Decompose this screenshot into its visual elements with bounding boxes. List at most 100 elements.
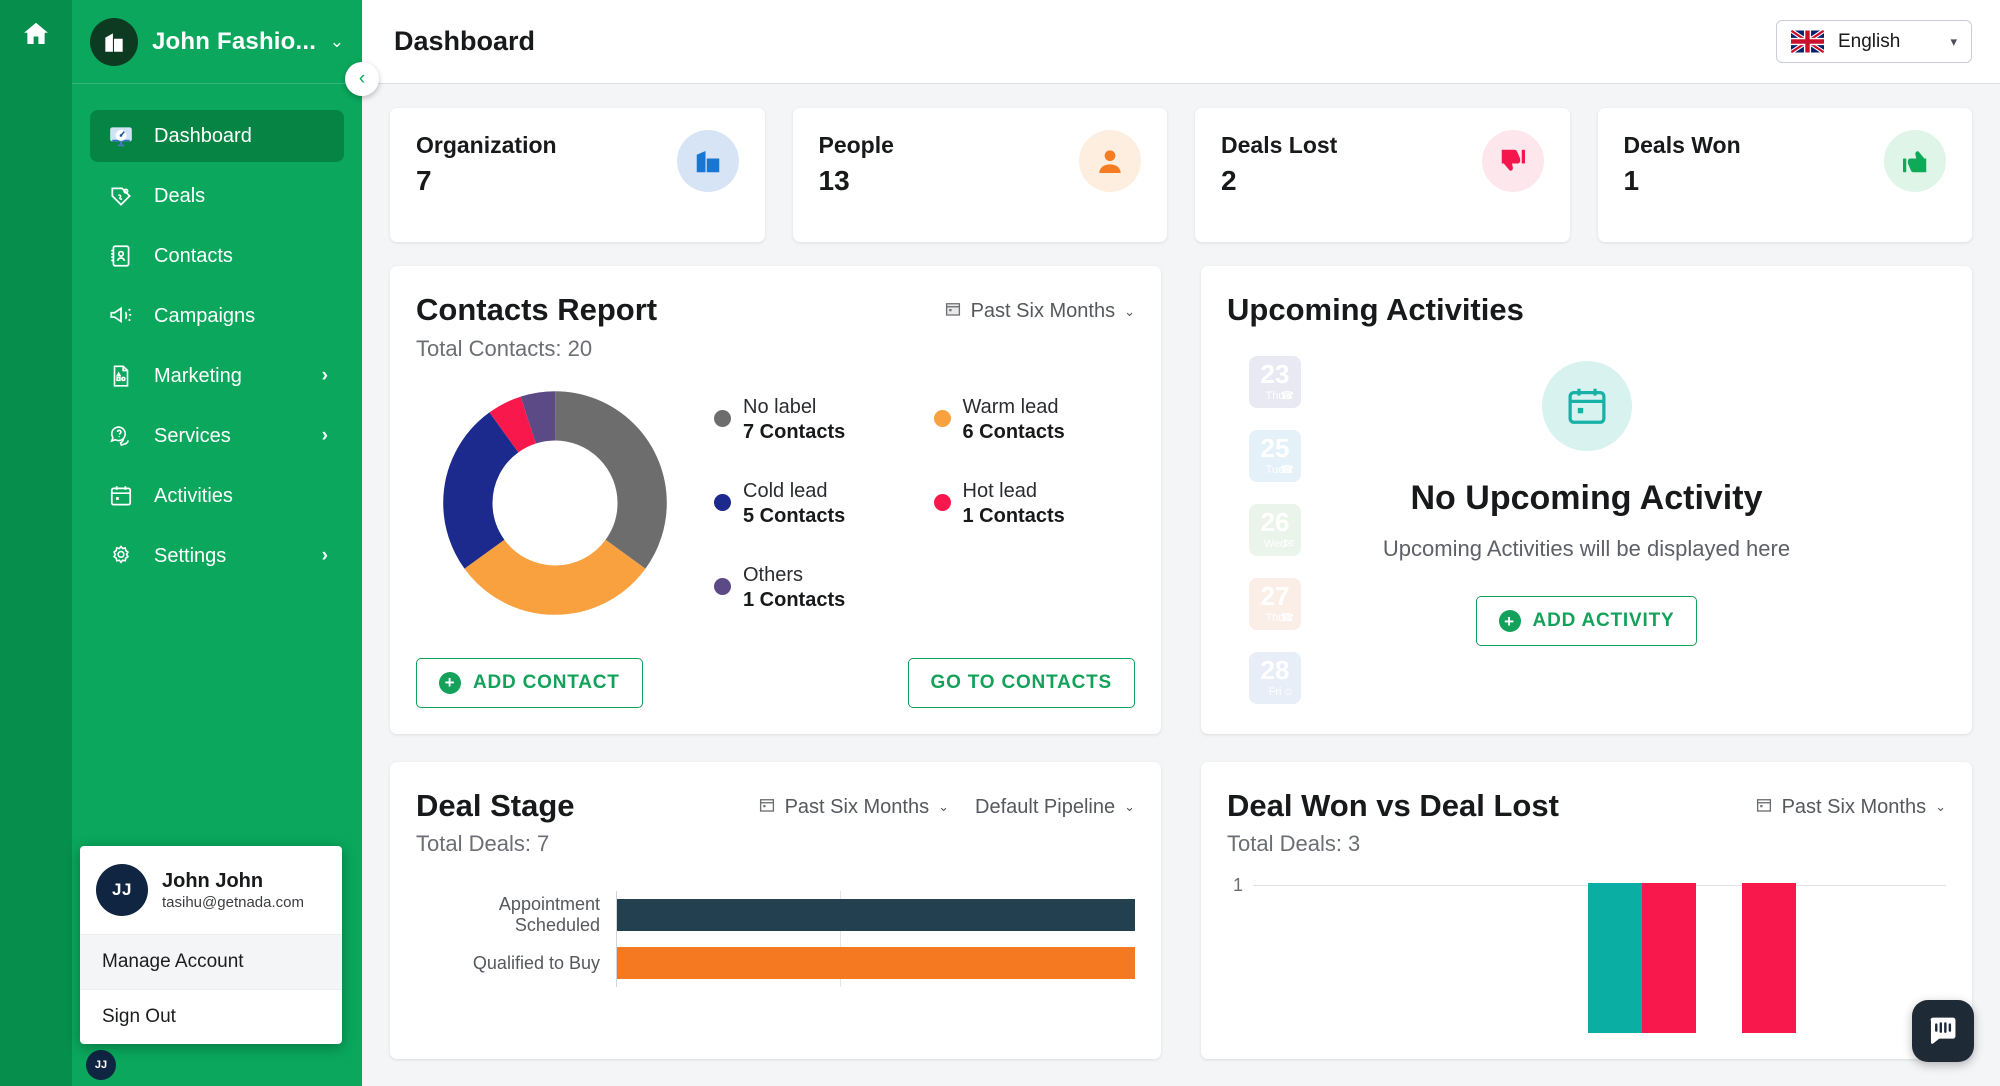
thumbs-up-icon xyxy=(1884,130,1946,192)
bar-track xyxy=(616,939,1135,988)
stat-label: Deals Won xyxy=(1623,132,1741,158)
sidebar-item-label: Settings xyxy=(154,544,227,567)
contacts-donut-wrap: No label 7 Contacts Warm lead 6 Contacts xyxy=(416,388,1135,618)
sidebar-item-settings[interactable]: Settings › xyxy=(90,530,344,582)
account-email: tasihu@getnada.com xyxy=(162,894,304,911)
bar-label: Qualified to Buy xyxy=(472,952,600,973)
stat-card-deals-won[interactable]: Deals Won 1 xyxy=(1597,108,1972,242)
chevron-right-icon: › xyxy=(321,365,328,386)
sidebar-item-activities[interactable]: Activities xyxy=(90,470,344,522)
language-value: English xyxy=(1838,30,1901,52)
calendar-icon xyxy=(944,300,962,323)
stat-value: 13 xyxy=(818,165,850,197)
legend-item-hot-lead: Hot lead 1 Contacts xyxy=(933,478,1136,528)
sidebar-nav: Dashboard Deals Contacts Campaigns Marke… xyxy=(72,84,362,582)
chevron-down-icon[interactable]: ⌄ xyxy=(330,32,344,52)
add-activity-button[interactable]: + ADD ACTIVITY xyxy=(1475,596,1698,647)
filter-label: Past Six Months xyxy=(784,795,930,818)
bar-fill xyxy=(617,899,1135,932)
go-to-contacts-button[interactable]: GO TO CONTACTS xyxy=(907,657,1135,708)
panel-title: Deal Stage xyxy=(416,787,575,823)
sidebar-item-label: Campaigns xyxy=(154,304,256,327)
go-to-contacts-label: GO TO CONTACTS xyxy=(930,671,1112,693)
topbar: Dashboard English ▾ xyxy=(362,0,2000,84)
legend-label: Hot lead xyxy=(962,479,1038,502)
legend-swatch xyxy=(933,410,951,428)
panel-deal-won-vs-lost: Deal Won vs Deal Lost Total Deals: 3 Pas… xyxy=(1201,761,1972,1060)
panel-title: Deal Won vs Deal Lost xyxy=(1227,787,1559,823)
legend-item-cold-lead: Cold lead 5 Contacts xyxy=(714,478,916,528)
contacts-book-icon xyxy=(106,241,136,271)
stat-label: Organization xyxy=(416,132,557,158)
stat-value: 7 xyxy=(416,165,432,197)
marketing-doc-icon xyxy=(106,361,136,391)
home-icon[interactable] xyxy=(16,14,56,54)
calendar-icon xyxy=(1755,796,1773,819)
chevron-down-icon: ⌄ xyxy=(1935,799,1946,815)
panel-title: Contacts Report xyxy=(416,292,658,327)
plus-icon: + xyxy=(1498,610,1521,633)
stat-card-organization[interactable]: Organization 7 xyxy=(390,108,765,242)
add-contact-button[interactable]: + ADD CONTACT xyxy=(416,657,643,708)
upcoming-activities-body: 23 Thu ☎ 25 Tue ☎ 26 Wed ✉ 27 Thu ☎ 28 F… xyxy=(1227,328,1946,704)
contacts-legend: No label 7 Contacts Warm lead 6 Contacts xyxy=(700,394,1135,612)
filter-past-six-months[interactable]: Past Six Months ⌄ xyxy=(758,796,949,819)
language-select[interactable]: English ▾ xyxy=(1776,20,1972,63)
avatar: JJ xyxy=(96,864,148,916)
sidebar-item-dashboard[interactable]: Dashboard xyxy=(90,110,344,162)
legend-value: 1 Contacts xyxy=(962,504,1065,527)
add-activity-label: ADD ACTIVITY xyxy=(1532,610,1675,632)
person-icon xyxy=(1079,130,1141,192)
account-name: John John xyxy=(162,870,264,892)
gear-icon xyxy=(106,541,136,571)
sidebar: John Fashio... ⌄ ‹ Dashboard Deals Conta… xyxy=(72,0,379,1086)
sidebar-item-campaigns[interactable]: Campaigns xyxy=(90,290,344,342)
filter-past-six-months[interactable]: Past Six Months ⌄ xyxy=(1755,796,1946,819)
calendar-icon xyxy=(106,481,136,511)
megaphone-icon xyxy=(106,301,136,331)
menu-item-sign-out[interactable]: Sign Out xyxy=(80,989,342,1044)
deals-tag-icon xyxy=(106,181,136,211)
panels-row-1: Contacts Report Total Contacts: 20 Past … xyxy=(390,266,1972,734)
stat-label: People xyxy=(818,132,894,158)
people-icon: ☺ xyxy=(1282,685,1294,698)
account-header: JJ John John tasihu@getnada.com xyxy=(80,846,342,934)
plus-icon: + xyxy=(439,671,461,694)
org-switcher[interactable]: John Fashio... ⌄ xyxy=(72,0,362,84)
sidebar-item-contacts[interactable]: Contacts xyxy=(90,230,344,282)
uk-flag-icon xyxy=(1791,30,1824,53)
bar-lost xyxy=(1642,883,1696,1034)
stat-card-people[interactable]: People 13 xyxy=(792,108,1167,242)
mini-avatar[interactable]: JJ xyxy=(86,1050,116,1080)
legend-item-warm-lead: Warm lead 6 Contacts xyxy=(933,394,1136,444)
empty-state-title: No Upcoming Activity xyxy=(1410,479,1763,518)
intercom-chat-icon[interactable] xyxy=(1912,1000,1974,1062)
filter-pipeline[interactable]: Default Pipeline ⌄ xyxy=(975,796,1135,819)
legend-value: 5 Contacts xyxy=(743,504,846,527)
chevron-down-icon: ▾ xyxy=(1950,33,1957,49)
bar-row: Appointment Scheduled xyxy=(416,891,1135,940)
sidebar-item-label: Deals xyxy=(154,184,206,207)
sidebar-item-deals[interactable]: Deals xyxy=(90,170,344,222)
legend-item-others: Others 1 Contacts xyxy=(714,562,916,612)
stat-card-deals-lost[interactable]: Deals Lost 2 xyxy=(1195,108,1570,242)
sidebar-collapse-button[interactable]: ‹ xyxy=(345,62,379,96)
panel-title: Upcoming Activities xyxy=(1227,292,1524,327)
legend-swatch xyxy=(714,578,731,596)
add-contact-label: ADD CONTACT xyxy=(473,671,620,693)
panels-row-2: Deal Stage Total Deals: 7 Past Six Month… xyxy=(390,761,1972,1060)
main-area: Dashboard English ▾ Organization 7 Peopl… xyxy=(362,0,2000,1086)
legend-swatch xyxy=(714,494,731,512)
panel-contacts-report: Contacts Report Total Contacts: 20 Past … xyxy=(390,266,1161,734)
bar-track xyxy=(616,891,1135,940)
legend-swatch xyxy=(933,494,951,512)
sidebar-item-services[interactable]: Services › xyxy=(90,410,344,462)
menu-item-manage-account[interactable]: Manage Account xyxy=(80,934,342,989)
sidebar-item-marketing[interactable]: Marketing › xyxy=(90,350,344,402)
bars-plot xyxy=(1253,883,1946,1034)
account-menu-popup: JJ John John tasihu@getnada.com Manage A… xyxy=(80,846,342,1044)
filter-past-six-months[interactable]: Past Six Months ⌄ xyxy=(944,300,1135,323)
filter-label: Past Six Months xyxy=(1781,795,1927,818)
bar-group xyxy=(1588,883,1696,1034)
legend-label: Warm lead xyxy=(962,395,1059,418)
